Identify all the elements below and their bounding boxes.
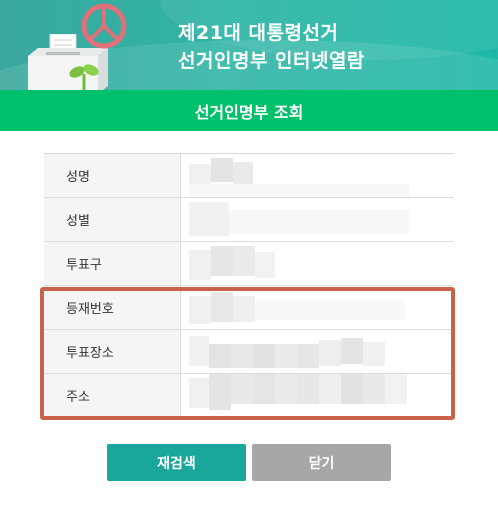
sprout-icon	[69, 64, 99, 90]
voter-info-table: 성명 성별 투표구 등재번호 투표장소 주소	[44, 153, 454, 418]
polling-place-value-redacted	[181, 330, 454, 373]
row-label: 투표장소	[44, 330, 181, 373]
precinct-value-redacted	[181, 242, 454, 285]
vote-mark-icon	[81, 3, 127, 49]
table-row-registration-number: 등재번호	[44, 286, 454, 330]
table-row-polling-place: 투표장소	[44, 330, 454, 374]
address-value-redacted	[181, 374, 454, 417]
name-value-redacted	[181, 154, 454, 197]
table-row-gender: 성별	[44, 198, 454, 242]
table-row-address: 주소	[44, 374, 454, 418]
table-row-precinct: 투표구	[44, 242, 454, 286]
close-button[interactable]: 닫기	[252, 444, 391, 481]
header-title-line1: 제21대 대통령선거	[178, 22, 339, 44]
gender-value-redacted	[181, 198, 454, 241]
row-label: 등재번호	[44, 286, 181, 329]
registration-number-value-redacted	[181, 286, 454, 329]
row-label: 주소	[44, 374, 181, 417]
row-label: 성명	[44, 154, 181, 197]
research-button[interactable]: 재검색	[107, 444, 246, 481]
row-label: 성별	[44, 198, 181, 241]
header-title-line2: 선거인명부 인터넷열람	[178, 50, 365, 72]
page-header: 제21대 대통령선거 선거인명부 인터넷열람	[0, 0, 498, 90]
table-row-name: 성명	[44, 154, 454, 198]
row-label: 투표구	[44, 242, 181, 285]
section-title: 선거인명부 조회	[0, 90, 498, 131]
